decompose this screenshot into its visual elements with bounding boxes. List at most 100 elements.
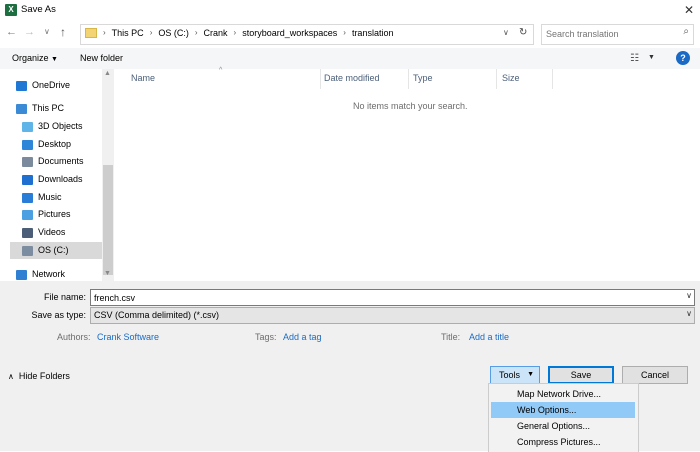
tags-label: Tags: [255,332,277,342]
tools-menu: Map Network Drive... Web Options... Gene… [488,383,639,452]
search-input[interactable] [546,27,666,40]
toolbar: Organize ▼ New folder ☷ ▼ [0,48,700,69]
scroll-up-arrow-icon[interactable]: ▲ [104,70,111,77]
sidebar-item-3d-objects[interactable]: 3D Objects [22,118,83,135]
breadcrumb-translation[interactable]: translation [352,28,394,38]
chevron-down-icon[interactable]: ∨ [686,309,692,318]
chevron-right-icon: › [343,28,346,37]
music-icon [22,192,33,203]
breadcrumb-crank[interactable]: Crank [204,28,228,38]
filename-field[interactable]: ∨ [90,289,695,306]
search-icon[interactable]: ⌕ [683,26,689,37]
sidebar-item-label: Downloads [38,174,83,184]
chevron-right-icon: › [103,28,106,37]
menu-item-web-options[interactable]: Web Options... [491,402,635,418]
desktop-icon [22,139,33,150]
breadcrumb: › This PC › OS (C:) › Crank › storyboard… [103,28,393,38]
view-options-icon[interactable]: ☷ [630,53,639,64]
cancel-button[interactable]: Cancel [622,366,688,384]
address-dropdown-icon[interactable]: ∨ [503,28,509,37]
title-bar: X Save As ✕ [0,0,700,20]
chevron-right-icon: › [233,28,237,37]
sidebar-item-videos[interactable]: Videos [22,224,65,241]
column-header-size[interactable]: Size [502,73,520,83]
savetype-select[interactable]: CSV (Comma delimited) (*.csv) ∨ [90,307,695,324]
help-icon[interactable]: ? [676,51,690,65]
pictures-icon [22,209,33,220]
folder-icon [85,28,97,38]
document-icon [22,156,33,167]
menu-item-map-network-drive[interactable]: Map Network Drive... [491,386,635,402]
chevron-right-icon: › [194,28,198,37]
breadcrumb-os-c[interactable]: OS (C:) [158,28,189,38]
column-divider[interactable] [408,69,409,89]
dropdown-caret-icon: ▼ [527,371,534,378]
column-header-type[interactable]: Type [413,73,433,83]
sidebar-item-os-c[interactable]: OS (C:) [10,242,114,259]
sidebar-item-label: Documents [38,156,84,166]
breadcrumb-storyboard-workspaces[interactable]: storyboard_workspaces [242,28,337,38]
column-header-name[interactable]: Name [131,73,155,83]
search-box[interactable]: ⌕ [541,24,694,45]
sort-ascending-icon: ^ [219,67,223,74]
chevron-down-icon[interactable]: ∨ [686,291,692,300]
column-divider[interactable] [552,69,553,89]
title-label: Title: [441,332,461,342]
sidebar-item-label: This PC [32,103,65,113]
window-title: Save As [21,4,56,15]
sidebar-item-music[interactable]: Music [22,189,62,206]
recent-locations-chevron-icon[interactable]: ∨ [44,27,50,36]
sidebar-item-label: OS (C:) [38,245,69,255]
savetype-label: Save as type: [31,310,86,320]
column-divider[interactable] [320,69,321,89]
sidebar-item-pictures[interactable]: Pictures [22,206,71,223]
column-header-date-modified[interactable]: Date modified [324,73,380,83]
organize-button[interactable]: Organize ▼ [12,53,58,63]
download-icon [22,174,33,185]
filename-label: File name: [43,292,86,302]
sidebar-item-desktop[interactable]: Desktop [22,136,71,153]
tools-button[interactable]: Tools ▼ [490,366,540,384]
video-icon [22,227,33,238]
sidebar-item-onedrive[interactable]: OneDrive [16,77,70,94]
authors-value[interactable]: Crank Software [97,332,159,342]
sidebar-item-label: Network [32,269,66,279]
save-button[interactable]: Save [548,366,614,384]
cloud-icon [16,80,27,91]
authors-label: Authors: [57,332,91,342]
column-divider[interactable] [496,69,497,89]
view-dropdown-caret-icon[interactable]: ▼ [648,54,655,61]
computer-icon [16,103,27,114]
new-folder-button[interactable]: New folder [80,53,123,63]
up-arrow-icon[interactable]: ↑ [60,25,66,39]
cube-icon [22,121,33,132]
close-icon[interactable]: ✕ [684,3,694,17]
menu-item-general-options[interactable]: General Options... [491,418,635,434]
sidebar-item-label: Videos [38,227,66,237]
savetype-value: CSV (Comma delimited) (*.csv) [94,310,220,320]
sidebar-item-this-pc[interactable]: This PC [16,100,64,117]
sidebar-item-downloads[interactable]: Downloads [22,171,83,188]
drive-icon [22,245,33,256]
scroll-down-arrow-icon[interactable]: ▼ [104,270,111,277]
dropdown-caret-icon: ▼ [51,56,58,63]
hide-folders-button[interactable]: ∧ Hide Folders [8,371,70,381]
sidebar-item-label: Music [38,192,62,202]
forward-arrow-icon[interactable]: → [24,26,35,38]
sidebar-item-documents[interactable]: Documents [22,153,84,170]
excel-icon: X [5,4,17,16]
sidebar-item-label: Desktop [38,139,72,149]
filename-input[interactable] [94,291,674,304]
title-field[interactable]: Add a title [469,332,509,342]
sidebar-item-label: OneDrive [32,80,71,90]
back-arrow-icon[interactable]: ← [6,26,17,38]
chevron-right-icon: › [149,28,153,37]
network-icon [16,269,27,280]
nav-scrollbar-thumb[interactable] [103,165,113,275]
tags-field[interactable]: Add a tag [283,332,322,342]
menu-item-compress-pictures[interactable]: Compress Pictures... [491,434,635,450]
sidebar-item-label: 3D Objects [38,121,83,131]
breadcrumb-this-pc[interactable]: This PC [112,28,144,38]
address-bar[interactable]: › This PC › OS (C:) › Crank › storyboard… [80,24,534,45]
refresh-icon[interactable]: ↻ [519,27,527,38]
